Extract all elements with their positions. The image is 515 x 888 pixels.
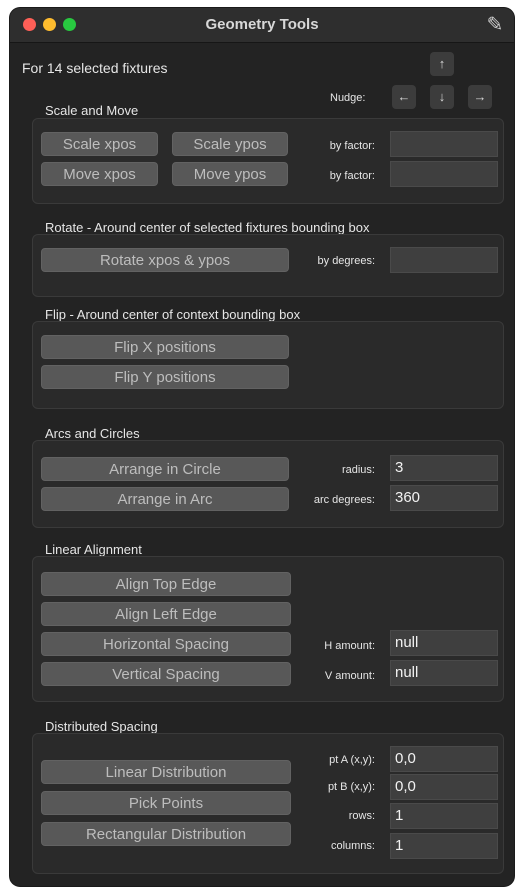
radius-field[interactable]: 3 bbox=[390, 455, 498, 481]
nudge-left-button[interactable]: ← bbox=[392, 85, 416, 109]
columns-label: columns: bbox=[330, 840, 375, 852]
scale-xpos-button[interactable]: Scale xpos bbox=[41, 132, 158, 156]
arcs-heading: Arcs and Circles bbox=[45, 426, 140, 441]
geometry-tools-window: Geometry Tools ✎ For 14 selected fixture… bbox=[10, 8, 514, 886]
selected-fixtures-text: For 14 selected fixtures bbox=[22, 60, 168, 76]
title-bar: Geometry Tools ✎ bbox=[10, 8, 514, 43]
nudge-down-button[interactable]: ↓ bbox=[430, 85, 454, 109]
flip-y-button[interactable]: Flip Y positions bbox=[41, 365, 289, 389]
distributed-spacing-group: Linear Distribution Pick Points Rectangu… bbox=[32, 733, 504, 874]
align-top-edge-button[interactable]: Align Top Edge bbox=[41, 572, 291, 596]
pt-b-label: pt B (x,y): bbox=[327, 781, 375, 793]
columns-field[interactable]: 1 bbox=[390, 833, 498, 859]
pick-points-button[interactable]: Pick Points bbox=[41, 791, 291, 815]
scale-factor-label: by factor: bbox=[329, 140, 375, 152]
arc-degrees-field[interactable]: 360 bbox=[390, 485, 498, 511]
nudge-label: Nudge: bbox=[330, 92, 366, 104]
arcs-group: Arrange in Circle Arrange in Arc radius:… bbox=[32, 440, 504, 528]
nudge-right-button[interactable]: → bbox=[468, 85, 492, 109]
arrange-circle-button[interactable]: Arrange in Circle bbox=[41, 457, 289, 481]
linear-distribution-button[interactable]: Linear Distribution bbox=[41, 760, 291, 784]
move-factor-field[interactable] bbox=[390, 161, 498, 187]
linear-alignment-group: Align Top Edge Align Left Edge Horizonta… bbox=[32, 556, 504, 702]
linear-alignment-heading: Linear Alignment bbox=[45, 542, 142, 557]
window-title: Geometry Tools bbox=[205, 16, 319, 33]
horizontal-spacing-button[interactable]: Horizontal Spacing bbox=[41, 632, 291, 656]
flip-x-button[interactable]: Flip X positions bbox=[41, 335, 289, 359]
pin-icon[interactable]: ✎ bbox=[482, 12, 508, 38]
rotate-group: Rotate xpos & ypos by degrees: bbox=[32, 234, 504, 297]
rotate-degrees-label: by degrees: bbox=[317, 255, 375, 267]
h-amount-label: H amount: bbox=[324, 640, 375, 652]
rows-field[interactable]: 1 bbox=[390, 803, 498, 829]
distributed-spacing-heading: Distributed Spacing bbox=[45, 719, 158, 734]
move-xpos-button[interactable]: Move xpos bbox=[41, 162, 158, 186]
rotate-button[interactable]: Rotate xpos & ypos bbox=[41, 248, 289, 272]
v-amount-label: V amount: bbox=[324, 670, 375, 682]
align-left-edge-button[interactable]: Align Left Edge bbox=[41, 602, 291, 626]
scale-move-group: Scale xpos Scale ypos Move xpos Move ypo… bbox=[32, 118, 504, 204]
nudge-up-button[interactable]: ↑ bbox=[430, 52, 454, 76]
scale-move-heading: Scale and Move bbox=[45, 103, 139, 118]
move-ypos-button[interactable]: Move ypos bbox=[172, 162, 288, 186]
scale-factor-field[interactable] bbox=[390, 131, 498, 157]
pt-a-label: pt A (x,y): bbox=[329, 754, 375, 766]
vertical-spacing-button[interactable]: Vertical Spacing bbox=[41, 662, 291, 686]
flip-group: Flip X positions Flip Y positions bbox=[32, 321, 504, 409]
arc-degrees-label: arc degrees: bbox=[313, 494, 375, 506]
pt-a-field[interactable]: 0,0 bbox=[390, 746, 498, 772]
arrange-arc-button[interactable]: Arrange in Arc bbox=[41, 487, 289, 511]
move-factor-label: by factor: bbox=[329, 170, 375, 182]
flip-heading: Flip - Around center of context bounding… bbox=[45, 307, 301, 322]
rectangular-distribution-button[interactable]: Rectangular Distribution bbox=[41, 822, 291, 846]
scale-ypos-button[interactable]: Scale ypos bbox=[172, 132, 288, 156]
v-amount-field[interactable]: null bbox=[390, 660, 498, 686]
h-amount-field[interactable]: null bbox=[390, 630, 498, 656]
rotate-heading: Rotate - Around center of selected fixtu… bbox=[45, 220, 370, 235]
radius-label: radius: bbox=[341, 464, 375, 476]
rotate-degrees-field[interactable] bbox=[390, 247, 498, 273]
pt-b-field[interactable]: 0,0 bbox=[390, 774, 498, 800]
rows-label: rows: bbox=[348, 810, 375, 822]
